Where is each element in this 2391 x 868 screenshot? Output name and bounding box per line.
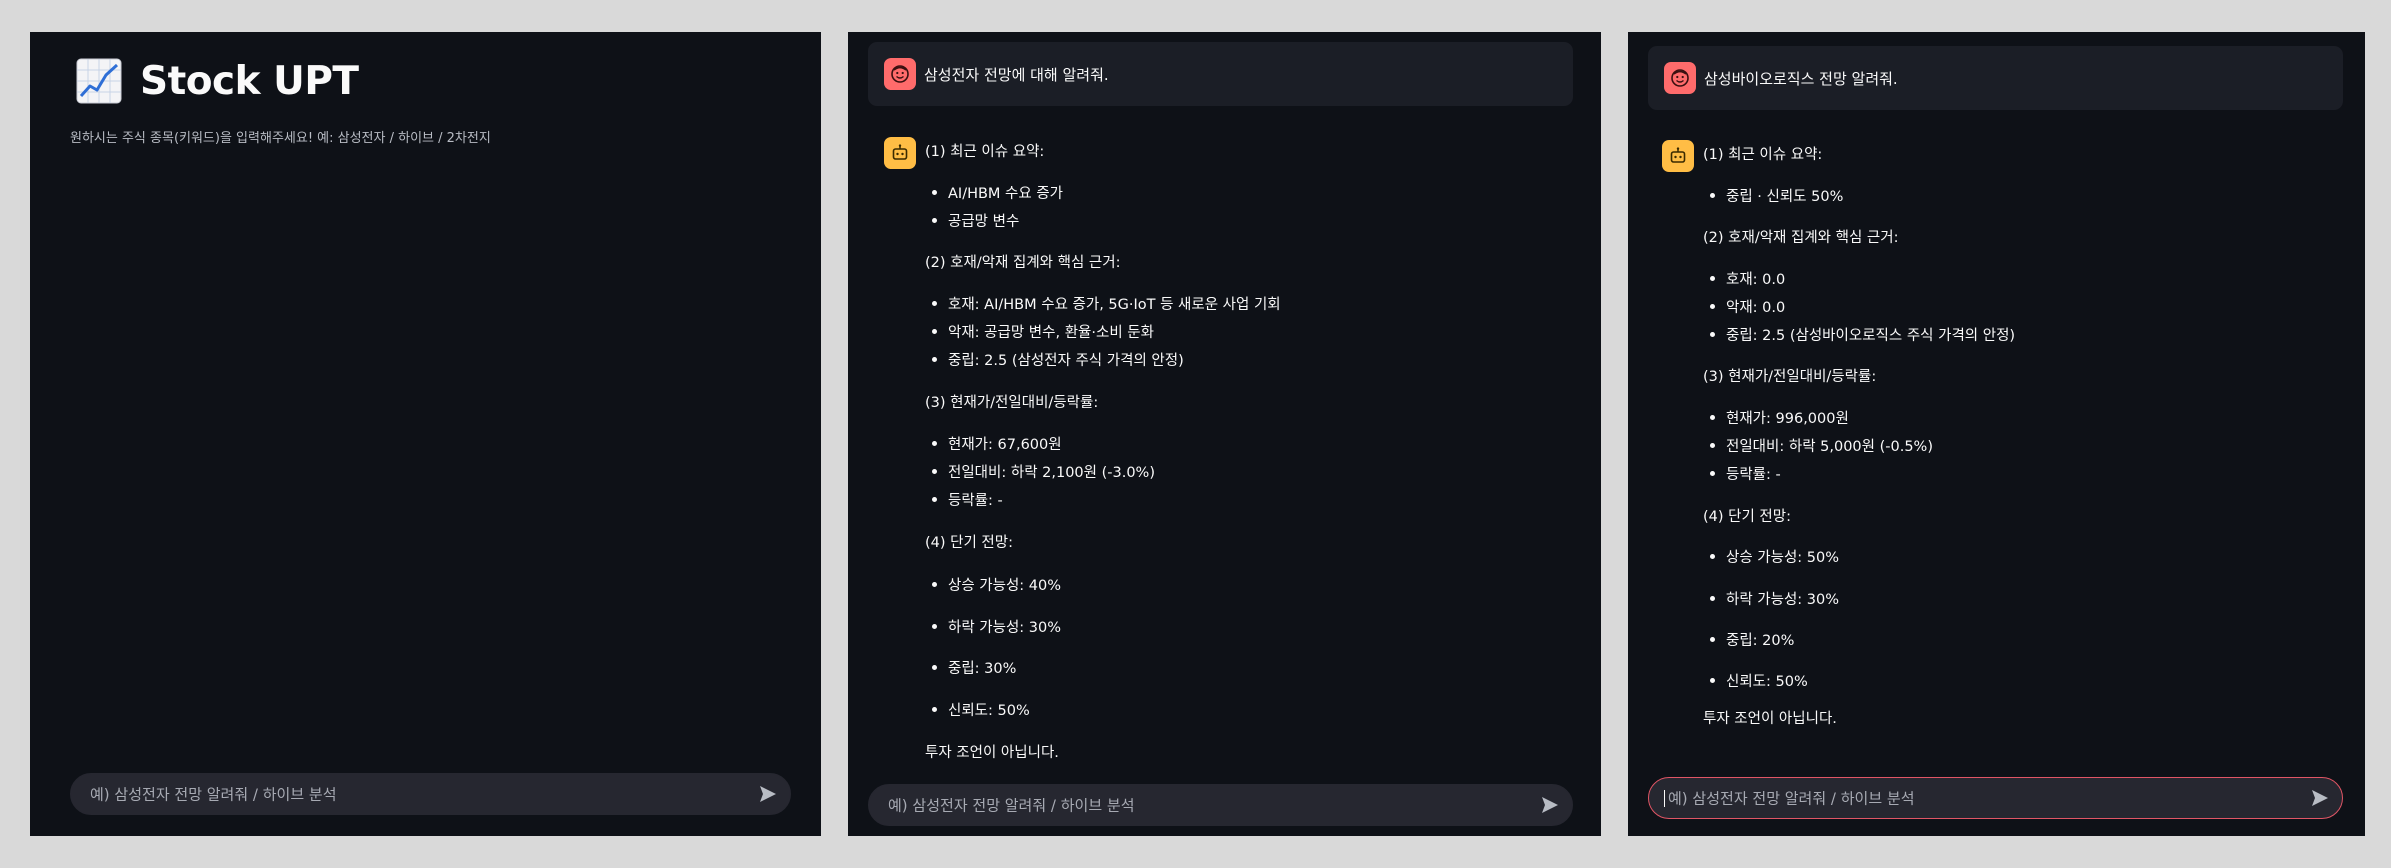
chart-increasing-icon: [76, 58, 122, 104]
user-face-icon: [1671, 69, 1689, 87]
disclaimer-text: 투자 조언이 아닙니다.: [1703, 711, 1837, 727]
list-item: 중립: 30%: [931, 657, 1016, 678]
list-item: 공급망 변수: [931, 210, 1019, 231]
section-heading-price: (3) 현재가/전일대비/등락률:: [1703, 369, 1877, 385]
list-item: 중립 · 신뢰도 50%: [1709, 185, 1843, 206]
instruction-text: 원하시는 주식 종목(키워드)을 입력해주세요! 예: 삼성전자 / 하이브 /…: [70, 131, 491, 146]
section-heading-issues: (1) 최근 이슈 요약:: [1703, 147, 1823, 163]
chat-input-placeholder: 예) 삼성전자 전망 알려줘 / 하이브 분석: [888, 796, 1135, 815]
send-arrow-icon: [1542, 797, 1558, 813]
section-heading-outlook: (4) 단기 전망:: [925, 535, 1014, 551]
list-item: 상승 가능성: 50%: [1709, 546, 1839, 567]
user-message-text: 삼성전자 전망에 대해 알려줘.: [924, 66, 1109, 84]
list-item: 하락 가능성: 30%: [931, 616, 1061, 637]
list-item: 현재가: 996,000원: [1710, 407, 1849, 428]
robot-icon: [1670, 147, 1686, 163]
section-heading-factors: (2) 호재/악재 집계와 핵심 근거:: [1703, 230, 1899, 246]
user-message-text: 삼성바이오로직스 전망 알려줘.: [1704, 70, 1898, 88]
list-item: 등락률: -: [932, 489, 1003, 510]
list-item: 전일대비: 하락 5,000원 (-0.5%): [1710, 435, 1933, 456]
assistant-avatar: [884, 137, 916, 169]
robot-icon: [892, 144, 908, 160]
list-item: 신뢰도: 50%: [932, 699, 1030, 720]
send-button[interactable]: [2308, 786, 2332, 810]
chat-input[interactable]: 예) 삼성전자 전망 알려줘 / 하이브 분석: [70, 773, 791, 815]
chat-input-placeholder: 예) 삼성전자 전망 알려줘 / 하이브 분석: [90, 785, 337, 804]
list-item: 중립: 2.5 (삼성전자 주식 가격의 안정): [932, 349, 1184, 370]
list-item: 악재: 0.0: [1709, 296, 1785, 317]
user-avatar: [884, 58, 916, 90]
section-heading-outlook: (4) 단기 전망:: [1703, 509, 1792, 525]
disclaimer-text: 투자 조언이 아닙니다.: [925, 745, 1059, 761]
list-item: 호재: AI/HBM 수요 증가, 5G·IoT 등 새로운 사업 기회: [932, 293, 1281, 314]
chat-input-placeholder: 예) 삼성전자 전망 알려줘 / 하이브 분석: [1668, 789, 1915, 808]
list-item: 중립: 20%: [1709, 629, 1794, 650]
list-item: AI/HBM 수요 증가: [931, 182, 1063, 203]
list-item: 호재: 0.0: [1709, 268, 1785, 289]
send-arrow-icon: [760, 786, 776, 802]
user-avatar: [1664, 62, 1696, 94]
user-message: 삼성전자 전망에 대해 알려줘.: [868, 42, 1573, 106]
send-button[interactable]: [1538, 793, 1562, 817]
send-arrow-icon: [2312, 790, 2328, 806]
user-face-icon: [891, 65, 909, 83]
section-heading-factors: (2) 호재/악재 집계와 핵심 근거:: [925, 255, 1121, 271]
list-item: 하락 가능성: 30%: [1709, 588, 1839, 609]
list-item: 등락률: -: [1710, 463, 1781, 484]
list-item: 중립: 2.5 (삼성바이오로직스 주식 가격의 안정): [1709, 324, 2015, 345]
chat-panel-initial: Stock UPT 원하시는 주식 종목(키워드)을 입력해주세요! 예: 삼성…: [30, 32, 821, 836]
chat-panel-samsung-electronics: 삼성전자 전망에 대해 알려줘. (1) 최근 이슈 요약: AI/HBM 수요…: [848, 32, 1601, 836]
list-item: 전일대비: 하락 2,100원 (-3.0%): [932, 461, 1155, 482]
app-title: Stock UPT: [140, 58, 359, 104]
chat-input-focused[interactable]: 예) 삼성전자 전망 알려줘 / 하이브 분석: [1648, 777, 2343, 819]
list-item: 신뢰도: 50%: [1710, 670, 1808, 691]
chat-input[interactable]: 예) 삼성전자 전망 알려줘 / 하이브 분석: [868, 784, 1573, 826]
list-item: 상승 가능성: 40%: [931, 574, 1061, 595]
user-message: 삼성바이오로직스 전망 알려줘.: [1648, 46, 2343, 110]
section-heading-issues: (1) 최근 이슈 요약:: [925, 144, 1045, 160]
assistant-avatar: [1662, 140, 1694, 172]
text-caret: [1664, 790, 1665, 807]
section-heading-price: (3) 현재가/전일대비/등락률:: [925, 395, 1099, 411]
list-item: 현재가: 67,600원: [932, 433, 1062, 454]
send-button[interactable]: [756, 782, 780, 806]
title-row: Stock UPT: [76, 58, 359, 104]
chat-panel-samsung-biologics: 삼성바이오로직스 전망 알려줘. (1) 최근 이슈 요약: 중립 · 신뢰도 …: [1628, 32, 2365, 836]
list-item: 악재: 공급망 변수, 환율·소비 둔화: [932, 321, 1154, 342]
